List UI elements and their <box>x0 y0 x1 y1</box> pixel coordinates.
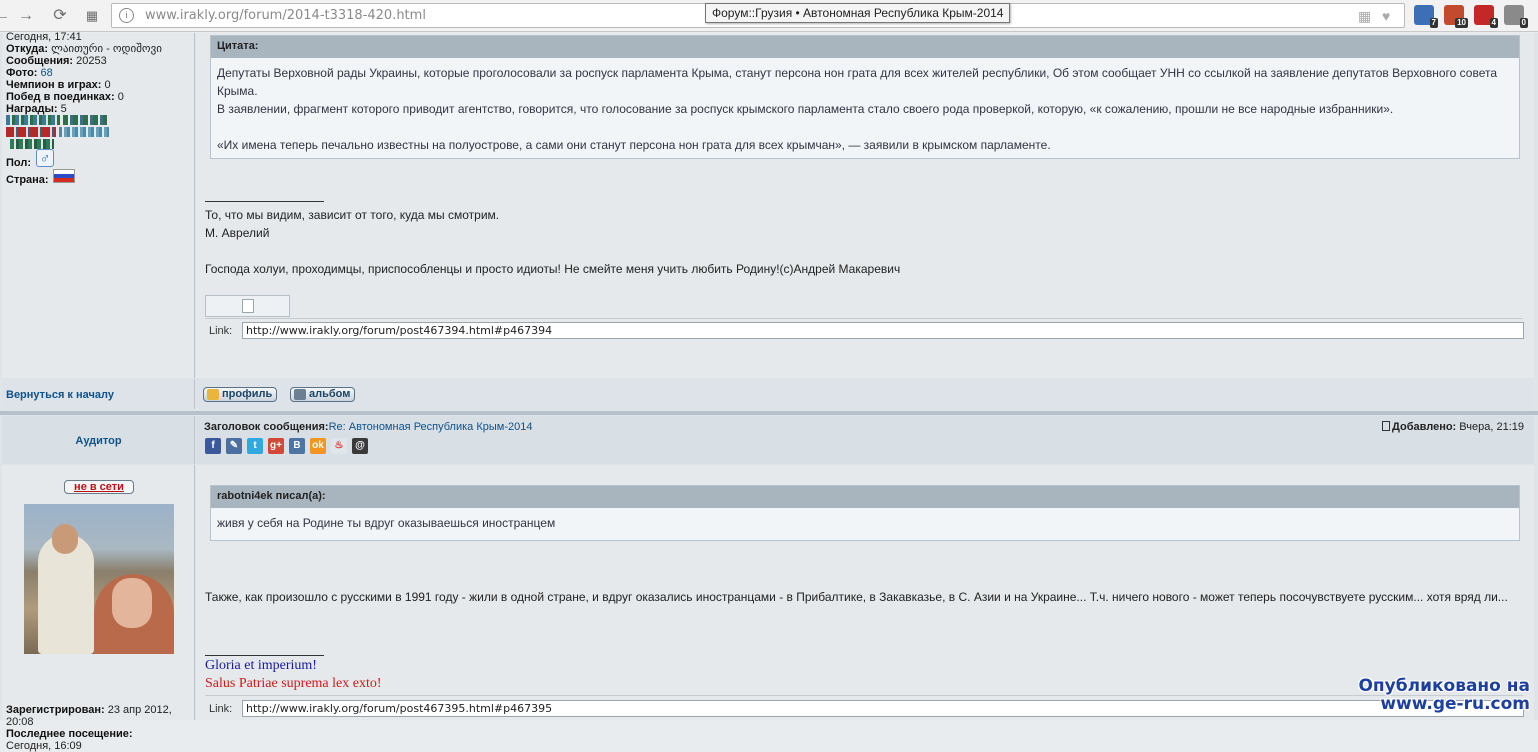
divider <box>205 695 1523 696</box>
male-gender-icon: ♂ <box>36 149 54 167</box>
gender-row: Пол: <box>6 157 32 169</box>
post1-profile: Сегодня, 17:41 Откуда: ლაითური - ოდიშოვი… <box>2 31 195 378</box>
signature-line: Господа холуи, проходимцы, приспособленц… <box>205 262 901 276</box>
camera-icon <box>294 389 306 400</box>
award-ribbon <box>59 127 109 137</box>
post-date: Добавлено: Вчера, 21:19 <box>1382 421 1524 433</box>
champion-row: Чемпион в играх: 0 <box>6 79 111 91</box>
messages-row: Сообщения: 20253 <box>6 55 107 67</box>
browser-toolbar: ← → ⟳ ▦ i www.irakly.org/forum/2014-t331… <box>0 0 1538 32</box>
link-label: Link: <box>209 703 233 715</box>
from-row: Откуда: ლაითური - ოდიშოვი <box>6 43 162 55</box>
extension-badge-count: 4 <box>1489 18 1498 28</box>
reload-icon[interactable]: ⟳ <box>48 4 72 28</box>
ext-2-icon[interactable]: 10 <box>1444 5 1468 28</box>
awards-row: Награды: 5 <box>6 103 67 115</box>
link-label: Link: <box>209 325 233 337</box>
signature-line: Gloria et imperium! <box>205 658 317 673</box>
album-button[interactable]: альбом <box>290 387 356 402</box>
quote-paragraph: В заявлении, фрагмент которого приводит … <box>217 102 1394 116</box>
quote-text: живя у себя на Родине ты вдруг оказываеш… <box>217 516 556 530</box>
ext-4-icon[interactable]: 0 <box>1504 5 1528 28</box>
post-subject: Заголовок сообщения:Re: Автономная Респу… <box>204 421 533 433</box>
award-ribbon <box>63 115 107 125</box>
signature-line: М. Аврелий <box>205 226 270 240</box>
apps-icon[interactable]: ▦ <box>80 4 104 28</box>
moimir-icon[interactable]: ♨ <box>331 438 347 454</box>
photo-row: Фото: 68 <box>6 67 53 79</box>
mail-agent-icon[interactable]: @ <box>352 438 368 454</box>
odnoklassniki-icon[interactable]: ok <box>310 438 326 454</box>
country-row: Страна: <box>6 174 49 186</box>
author-rank[interactable]: Аудитор <box>2 435 195 447</box>
award-ribbon <box>6 127 56 137</box>
back-icon[interactable]: ← <box>0 4 14 28</box>
profile-button[interactable]: профиль <box>203 387 278 402</box>
award-ribbon <box>6 115 60 125</box>
post2-profile: не в сети Зарегистрирован: 23 апр 2012, … <box>2 465 195 752</box>
quote-paragraph: «Их имена теперь печально известны на по… <box>217 138 1051 152</box>
quote-title: rabotni4ek писал(а): <box>211 486 1519 508</box>
post1-body: Цитата: Депутаты Верховной рады Украины,… <box>196 33 1534 378</box>
user-avatar[interactable] <box>24 504 174 654</box>
photo-count-link[interactable]: 68 <box>41 67 53 79</box>
post-text: Также, как произошло с русскими в 1991 г… <box>205 590 1508 604</box>
profile-icon <box>207 389 219 400</box>
post2-quote: rabotni4ek писал(а): живя у себя на Роди… <box>210 485 1520 541</box>
tab-tooltip: Форум::Грузия • Автономная Республика Кр… <box>705 3 1011 23</box>
googleplus-icon[interactable]: g+ <box>268 438 284 454</box>
post-separator <box>0 411 1538 415</box>
broken-image-icon <box>242 299 254 313</box>
twitter-icon[interactable]: t <box>247 438 263 454</box>
signature-line: Salus Patriae suprema lex exto! <box>205 676 382 691</box>
post1-quote: Цитата: Депутаты Верховной рады Украины,… <box>210 35 1520 159</box>
post1-footer-right: профиль альбом <box>196 379 1534 409</box>
url-text[interactable]: www.irakly.org/forum/2014-t3318-420.html <box>145 8 426 23</box>
quote-text: Депутаты Верховной рады Украины, которые… <box>211 58 1519 160</box>
bookmark-star-icon[interactable]: ♥ <box>1382 8 1390 24</box>
divider <box>205 318 1523 319</box>
post-link-field[interactable]: http://www.irakly.org/forum/post467395.h… <box>242 700 1524 717</box>
subject-link[interactable]: Re: Автономная Республика Крым-2014 <box>329 421 533 433</box>
forum-content: Сегодня, 17:41 Откуда: ლაითური - ოდიშოვი… <box>0 31 1538 752</box>
quote-title: Цитата: <box>211 36 1519 58</box>
extension-badge-count: 0 <box>1519 18 1528 28</box>
back-to-top-link[interactable]: Вернуться к началу <box>6 389 114 401</box>
post1-footer-left: Вернуться к началу <box>2 379 195 409</box>
last-visit-row: Последнее посещение: <box>6 728 133 740</box>
ext-1-icon[interactable]: 7 <box>1414 5 1438 28</box>
grid-icon[interactable]: ▦ <box>1358 8 1371 25</box>
quote-paragraph: Депутаты Верховной рады Украины, которые… <box>217 66 1498 98</box>
livejournal-icon[interactable]: ✎ <box>226 438 242 454</box>
post2-body: rabotni4ek писал(а): живя у себя на Роди… <box>196 465 1534 720</box>
signature-divider <box>205 201 324 202</box>
online-status-badge: не в сети <box>64 480 134 494</box>
facebook-icon[interactable]: f <box>205 438 221 454</box>
award-ribbon <box>10 139 54 149</box>
last-visit: Сегодня, 17:41 <box>6 31 82 43</box>
extension-badge-count: 10 <box>1455 18 1468 28</box>
page-info-icon[interactable]: i <box>119 8 134 23</box>
post-page-icon <box>1382 421 1391 431</box>
last-visit-value: Сегодня, 16:09 <box>6 740 82 752</box>
post2-author-header: Аудитор <box>2 416 195 464</box>
registered-row: Зарегистрирован: 23 апр 2012, 20:08 <box>6 704 172 728</box>
ext-3-icon[interactable]: 4 <box>1474 5 1498 28</box>
watermark: Опубликовано на www.ge-ru.com <box>1358 676 1530 714</box>
extension-badge-count: 7 <box>1429 18 1438 28</box>
russia-flag-icon <box>53 169 75 183</box>
signature-divider <box>205 655 324 656</box>
forward-icon[interactable]: → <box>14 4 38 28</box>
vkontakte-icon[interactable]: B <box>289 438 305 454</box>
post2-header: Заголовок сообщения:Re: Автономная Респу… <box>196 416 1534 464</box>
signature-banner-image <box>205 295 290 317</box>
signature-line: То, что мы видим, зависит от того, куда … <box>205 208 500 222</box>
post-link-field[interactable]: http://www.irakly.org/forum/post467394.h… <box>242 322 1524 339</box>
duels-row: Побед в поединках: 0 <box>6 91 124 103</box>
